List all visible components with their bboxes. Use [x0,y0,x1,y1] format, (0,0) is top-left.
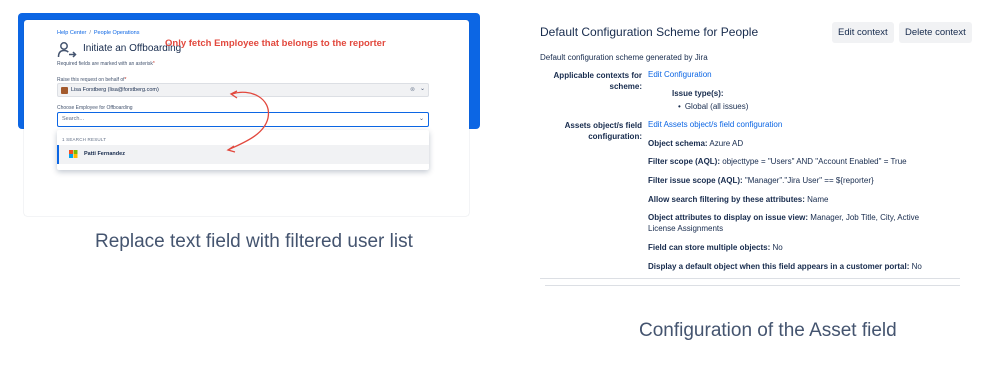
attribute-value: No [772,243,783,252]
avatar [69,150,78,158]
search-result-count: 1 SEARCH RESULT [62,137,107,142]
attribute-value: objecttype = "Users" AND "Account Enable… [722,157,907,166]
attribute-row: Filter issue scope (AQL): "Manager"."Jir… [648,175,948,186]
breadcrumb-help-center[interactable]: Help Center [57,30,86,36]
attribute-key: Filter issue scope (AQL): [648,176,743,185]
attribute-value: Azure AD [709,139,744,148]
issue-type-value: Global (all issues) [684,102,749,111]
chevron-down-icon[interactable]: ⌄ [420,85,425,92]
search-result-name: Patti Fernandez [84,151,125,157]
attribute-row: Allow search filtering by these attribut… [648,194,948,205]
attribute-key: Display a default object when this field… [648,262,910,271]
attribute-key: Filter scope (AQL): [648,157,721,166]
attribute-key: Field can store multiple objects: [648,243,771,252]
issue-type-item: • Global (all issues) [678,102,748,111]
required-note: Required fields are marked with an aster… [57,61,155,67]
attribute-row: Object attributes to display on issue vi… [648,212,948,234]
caption-right: Configuration of the Asset field [639,320,897,341]
clear-icon[interactable]: ⊗ [410,86,415,93]
required-note-text: Required fields are marked with an aster… [57,61,153,67]
breadcrumb: Help Center / People Operations [57,30,139,36]
divider [540,278,960,279]
attribute-row: Field can store multiple objects: No [648,242,948,253]
attribute-value: Name [807,195,829,204]
annotation-arrow [226,90,269,153]
caption-left: Replace text field with filtered user li… [95,231,413,252]
edit-context-button[interactable]: Edit context [832,22,894,43]
attribute-row: Display a default object when this field… [648,261,948,272]
issue-types-label: Issue type(s): [672,89,724,98]
reporter-value: Lisa Forstberg (lisa@forstberg.com) [71,87,159,93]
chevron-down-icon[interactable]: ⌄ [419,115,424,122]
attribute-value: No [911,262,922,271]
attribute-key: Object schema: [648,139,708,148]
employee-field-label: Choose Employee for Offboarding [57,105,133,111]
assets-field-config-label: Assets object/s field configuration: [564,121,642,141]
required-star: * [152,61,155,67]
attribute-row: Object schema: Azure AD [648,138,948,149]
attribute-key: Object attributes to display on issue vi… [648,213,809,222]
employee-search-placeholder: Search... [62,116,85,122]
edit-assets-config-link[interactable]: Edit Assets object/s field configuration [648,120,782,129]
edit-configuration-link[interactable]: Edit Configuration [648,70,712,79]
delete-context-button[interactable]: Delete context [899,22,972,43]
breadcrumb-separator: / [89,30,91,36]
avatar [61,87,68,94]
scheme-description: Default configuration scheme generated b… [540,53,708,62]
attribute-value: "Manager"."Jira User" == ${reporter} [744,176,874,185]
applicable-contexts-label: Applicable contexts for scheme: [553,71,642,91]
bullet-icon: • [678,102,681,111]
annotation-text: Only fetch Employee that belongs to the … [165,38,386,49]
breadcrumb-people-operations[interactable]: People Operations [94,30,140,36]
divider [545,285,960,286]
person-arrow-icon [57,42,77,58]
attribute-key: Allow search filtering by these attribut… [648,195,805,204]
scheme-title: Default Configuration Scheme for People [540,25,759,39]
attribute-row: Filter scope (AQL): objecttype = "Users"… [648,156,948,167]
